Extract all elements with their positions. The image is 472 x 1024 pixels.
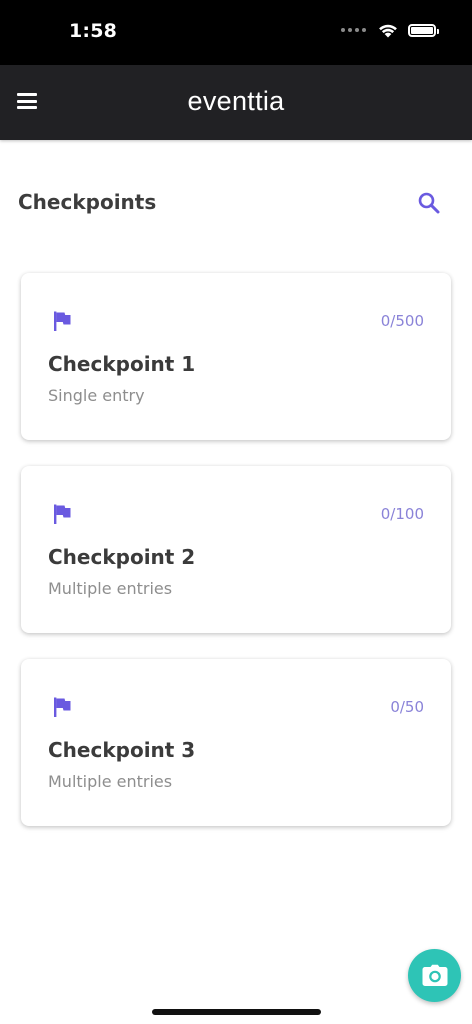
battery-icon — [408, 23, 439, 37]
page-title: Checkpoints — [18, 190, 157, 214]
checkpoint-type: Single entry — [48, 386, 145, 405]
wifi-icon — [379, 24, 397, 38]
camera-icon — [422, 964, 447, 986]
flag-icon — [54, 311, 71, 331]
checkpoint-name: Checkpoint 1 — [48, 352, 196, 376]
app-header: eventtia — [0, 65, 472, 140]
checkpoint-card[interactable]: 0/500 Checkpoint 1 Single entry — [21, 273, 451, 440]
checkpoint-count: 0/100 — [380, 505, 424, 523]
status-icons — [341, 22, 439, 38]
checkpoint-type: Multiple entries — [48, 579, 173, 598]
checkpoint-count: 0/500 — [380, 312, 424, 330]
home-indicator — [152, 1009, 321, 1015]
flag-icon — [54, 697, 71, 717]
checkpoint-card[interactable]: 0/50 Checkpoint 3 Multiple entries — [21, 659, 451, 826]
status-time: 1:58 — [69, 20, 118, 42]
signal-icon — [341, 28, 366, 32]
brand-logo: eventtia — [187, 86, 285, 116]
status-bar: 1:58 — [0, 0, 472, 65]
checkpoint-card[interactable]: 0/100 Checkpoint 2 Multiple entries — [21, 466, 451, 633]
flag-icon — [54, 504, 71, 524]
search-icon — [418, 192, 440, 214]
scan-camera-button[interactable] — [408, 949, 461, 1002]
search-button[interactable] — [416, 190, 442, 216]
checkpoint-count: 0/50 — [390, 698, 424, 716]
checkpoint-type: Multiple entries — [48, 772, 173, 791]
checkpoint-name: Checkpoint 2 — [48, 545, 196, 569]
checkpoint-name: Checkpoint 3 — [48, 738, 196, 762]
